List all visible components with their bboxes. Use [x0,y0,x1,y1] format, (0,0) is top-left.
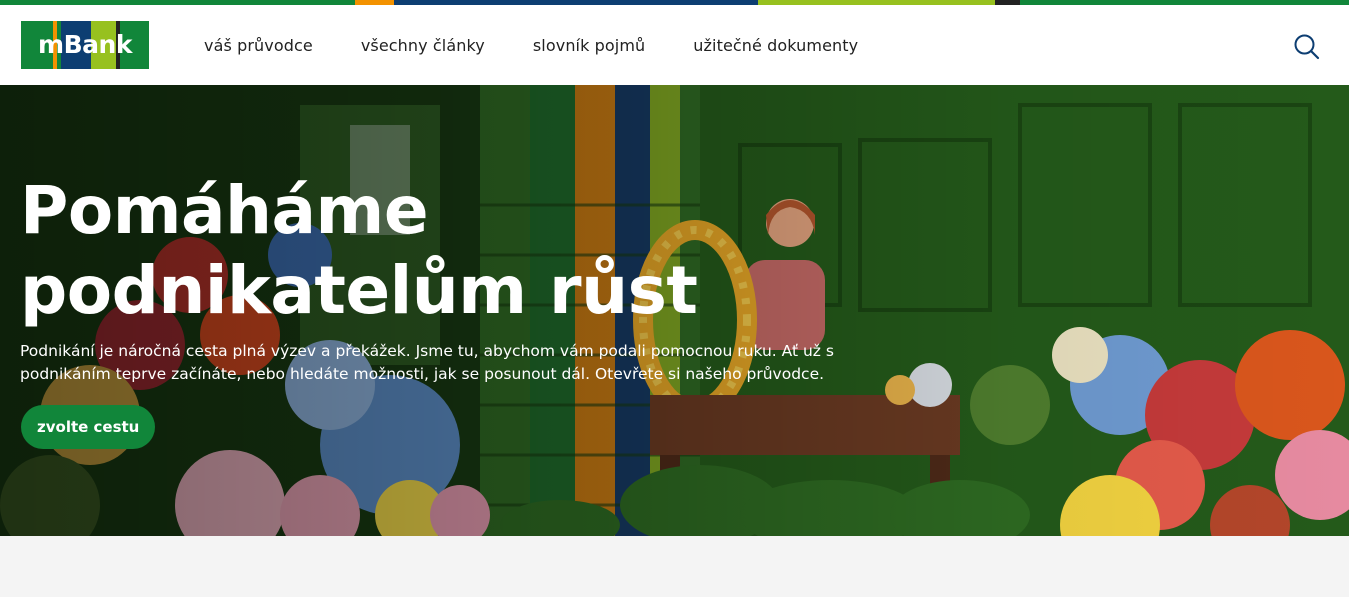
site-header: mBank váš průvodce všechny články slovní… [0,5,1349,85]
search-icon [1294,34,1320,60]
nav-item-guide[interactable]: váš průvodce [204,36,313,55]
hero-banner: Pomáháme podnikatelům růst Podnikání je … [0,85,1349,536]
hero-description: Podnikání je náročná cesta plná výzev a … [20,342,834,383]
content-area [0,536,1349,597]
main-nav: váš průvodce všechny články slovník pojm… [204,5,906,85]
nav-item-glossary[interactable]: slovník pojmů [533,36,645,55]
nav-item-all-articles[interactable]: všechny články [361,36,485,55]
nav-item-documents[interactable]: užitečné dokumenty [693,36,858,55]
hero-title: Pomáháme podnikatelům růst [20,172,698,329]
choose-path-button[interactable]: zvolte cestu [21,405,156,449]
logo-text: mBank [38,30,132,59]
mbank-logo[interactable]: mBank [21,21,149,69]
search-button[interactable] [1292,32,1322,62]
